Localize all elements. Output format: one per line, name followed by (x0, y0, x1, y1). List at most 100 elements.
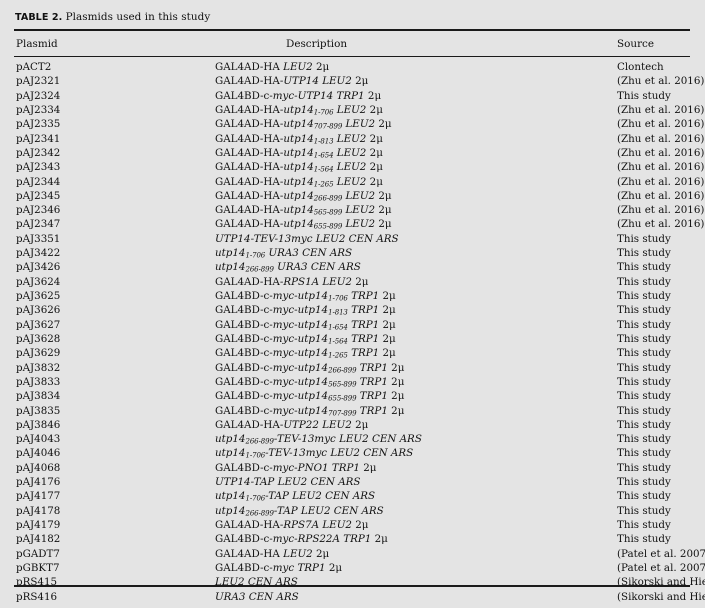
table-row: pAJ4043 utp14266-899-TEV-13myc LEU2 CEN A… (0, 433, 705, 447)
cell-plasmid: pAJ3627 (16, 318, 61, 331)
cell-plasmid: pAJ2342 (16, 146, 61, 159)
table-caption-text: Plasmids used in this study (65, 11, 211, 23)
cell-plasmid: pAJ3626 (16, 304, 61, 317)
cell-source: (Zhu et al. 2016) (617, 175, 705, 188)
cell-source: This study (617, 504, 671, 517)
cell-plasmid: pAJ3351 (16, 232, 61, 245)
cell-description: GAL4BD-c-myc-PNO1 TRP1 2μ (215, 461, 377, 474)
cell-source: This study (617, 418, 671, 431)
cell-plasmid: pAJ2344 (16, 175, 61, 188)
cell-description: utp14266-899-TAP LEU2 CEN ARS (215, 504, 384, 518)
cell-description: GAL4AD-HA-utp141-265 LEU2 2μ (215, 175, 383, 189)
cell-plasmid: pAJ2343 (16, 161, 61, 174)
cell-description: utp141-706-TEV-13myc LEU2 CEN ARS (215, 447, 414, 460)
cell-plasmid: pAJ2341 (16, 132, 61, 145)
table-row: pAJ3422 utp141-706 URA3 CEN ARS This study (0, 247, 705, 261)
cell-source: (Zhu et al. 2016) (617, 118, 705, 131)
table-row: pAJ3625 GAL4BD-c-myc-utp141-706 TRP1 2μ Th… (0, 290, 705, 304)
cell-plasmid: pAJ3625 (16, 290, 61, 302)
cell-description: GAL4BD-c-myc-utp14565-899 TRP1 2μ (215, 375, 405, 389)
cell-source: (Zhu et al. 2016) (617, 161, 705, 174)
column-header-description: Description (286, 38, 348, 50)
cell-source: (Zhu et al. 2016) (617, 218, 705, 231)
cell-source: Clontech (617, 61, 664, 73)
cell-description: GAL4BD-c-myc-utp14707-899 TRP1 2μ (215, 404, 405, 418)
cell-description: GAL4BD-c-myc-RPS22A TRP1 2μ (215, 533, 388, 546)
cell-description: GAL4BD-c-myc-utp141-564 TRP1 2μ (215, 332, 396, 346)
column-header-plasmid: Plasmid (16, 38, 58, 50)
table-row: pAJ3627 GAL4BD-c-myc-utp141-654 TRP1 2μ Th… (0, 319, 705, 333)
cell-source: (Zhu et al. 2016) (617, 75, 705, 88)
cell-plasmid: pAJ3422 (16, 247, 61, 260)
cell-source: This study (617, 232, 671, 245)
table-row: pRS416 URA3 CEN ARS (Sikorski and Hieter 1… (0, 591, 705, 605)
table-row: pRS415 LEU2 CEN ARS (Sikorski and Hieter 1… (0, 576, 705, 590)
cell-source: This study (617, 404, 671, 417)
cell-source: This study (617, 433, 671, 446)
cell-plasmid: pAJ3426 (16, 261, 61, 274)
cell-description: utp14266-899 URA3 CEN ARS (215, 261, 361, 274)
cell-source: (Zhu et al. 2016) (617, 132, 705, 145)
cell-plasmid: pAJ4046 (16, 447, 61, 460)
cell-description: utp141-706-TAP LEU2 CEN ARS (215, 490, 376, 503)
cell-source: (Patel et al. 2007) (617, 547, 705, 560)
cell-source: This study (617, 361, 671, 374)
table-row: pAJ3426 utp14266-899 URA3 CEN ARS This stu… (0, 261, 705, 275)
cell-description: GAL4AD-HA LEU2 2μ (215, 61, 330, 73)
cell-plasmid: pAJ4182 (16, 533, 61, 546)
cell-source: (Sikorski and Hieter 1989) (617, 576, 705, 589)
cell-description: GAL4BD-c-myc TRP1 2μ (215, 561, 343, 574)
cell-description: GAL4AD-HA-utp14655-899 LEU2 2μ (215, 218, 392, 231)
cell-description: utp14266-899-TEV-13myc LEU2 CEN ARS (215, 433, 422, 446)
table-row: pAJ2335 GAL4AD-HA-utp14707-899 LEU2 2μ (Zh… (0, 118, 705, 132)
cell-plasmid: pAJ3629 (16, 347, 61, 360)
table-bottom-rule (14, 585, 690, 587)
cell-source: This study (617, 476, 671, 489)
cell-description: utp141-706 URA3 CEN ARS (215, 247, 353, 260)
table-row: pGBKT7 GAL4BD-c-myc TRP1 2μ (Patel et al. … (0, 562, 705, 576)
table-row: pAJ2341 GAL4AD-HA-utp141-813 LEU2 2μ (Zhu … (0, 133, 705, 147)
cell-plasmid: pAJ2321 (16, 75, 61, 88)
cell-description: LEU2 CEN ARS (215, 576, 298, 589)
cell-description: GAL4BD-c-myc-UTP14 TRP1 2μ (215, 89, 382, 102)
cell-description: UTP14-TEV-13myc LEU2 CEN ARS (215, 232, 399, 245)
table-row: pAJ2321 GAL4AD-HA-UTP14 LEU2 2μ (Zhu et al… (0, 75, 705, 89)
cell-plasmid: pAJ2324 (16, 89, 61, 102)
cell-plasmid: pAJ4068 (16, 461, 61, 474)
table-row: pAJ2343 GAL4AD-HA-utp141-564 LEU2 2μ (Zhu … (0, 161, 705, 175)
cell-plasmid: pAJ4177 (16, 490, 61, 503)
table-row: pAJ4182 GAL4BD-c-myc-RPS22A TRP1 2μ This s… (0, 533, 705, 547)
cell-description: GAL4AD-HA-utp14565-899 LEU2 2μ (215, 204, 392, 217)
table-caption: TABLE 2. Plasmids used in this study (15, 11, 210, 23)
cell-plasmid: pACT2 (16, 61, 52, 73)
table-row: pAJ3832 GAL4BD-c-myc-utp14266-899 TRP1 2μ… (0, 362, 705, 376)
column-header-source: Source (617, 38, 655, 50)
cell-description: GAL4AD-HA-RPS1A LEU2 2μ (215, 275, 369, 288)
cell-description: UTP14-TAP LEU2 CEN ARS (215, 476, 361, 489)
table-row: pGADT7 GAL4AD-HA LEU2 2μ (Patel et al. 200… (0, 548, 705, 562)
table-row: pAJ4179 GAL4AD-HA-RPS7A LEU2 2μ This study (0, 519, 705, 533)
cell-plasmid: pAJ3846 (16, 418, 61, 431)
table-row: pAJ3835 GAL4BD-c-myc-utp14707-899 TRP1 2μ… (0, 405, 705, 419)
cell-description: GAL4AD-HA-utp141-813 LEU2 2μ (215, 132, 383, 146)
cell-description: GAL4AD-HA-utp14266-899 LEU2 2μ (215, 189, 392, 203)
cell-plasmid: pRS416 (16, 590, 58, 603)
cell-source: (Zhu et al. 2016) (617, 103, 705, 116)
cell-source: This study (617, 390, 671, 403)
cell-source: This study (617, 461, 671, 474)
cell-source: (Patel et al. 2007) (617, 561, 705, 574)
cell-source: This study (617, 347, 671, 360)
table-row: pAJ2344 GAL4AD-HA-utp141-265 LEU2 2μ (Zhu … (0, 176, 705, 190)
cell-plasmid: pAJ3624 (16, 275, 61, 288)
cell-description: GAL4BD-c-myc-utp14655-899 TRP1 2μ (215, 390, 405, 403)
cell-plasmid: pAJ4179 (16, 519, 61, 531)
table-row: pAJ4178 utp14266-899-TAP LEU2 CEN ARS This… (0, 505, 705, 519)
cell-source: This study (617, 519, 671, 531)
table-row: pAJ3351 UTP14-TEV-13myc LEU2 CEN ARS This … (0, 233, 705, 247)
cell-plasmid: pRS415 (16, 576, 58, 589)
cell-source: (Zhu et al. 2016) (617, 146, 705, 159)
cell-plasmid: pAJ4176 (16, 476, 61, 489)
table-caption-label: TABLE 2. (15, 12, 63, 23)
cell-plasmid: pAJ3832 (16, 361, 61, 374)
table-row: pAJ3624 GAL4AD-HA-RPS1A LEU2 2μ This study (0, 276, 705, 290)
